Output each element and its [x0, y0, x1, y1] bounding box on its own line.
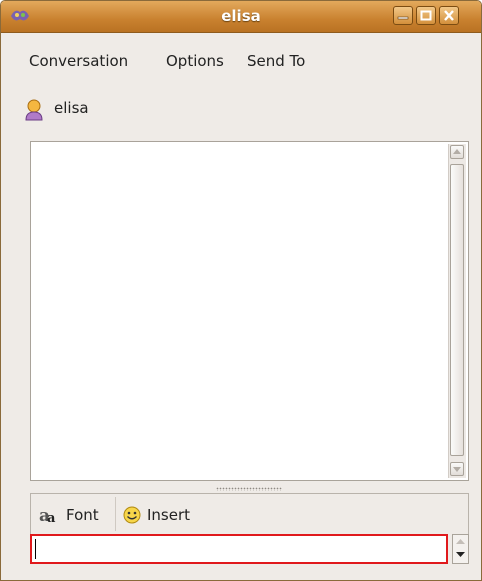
insert-button[interactable]: Insert	[122, 504, 190, 526]
conversation-window: elisa Conversation Options Send To elisa	[0, 0, 482, 581]
minimize-icon	[397, 16, 409, 20]
menu-conversation[interactable]: Conversation	[29, 52, 128, 70]
arrow-up-icon	[453, 149, 461, 154]
maximize-icon	[420, 10, 432, 21]
pane-resize-handle[interactable]	[216, 487, 282, 491]
insert-button-label: Insert	[147, 506, 191, 524]
font-button[interactable]: a a Font	[39, 504, 99, 526]
font-button-label: Font	[66, 506, 99, 524]
minimize-button[interactable]	[393, 6, 413, 25]
title-bar[interactable]: elisa	[1, 1, 481, 33]
close-icon	[444, 10, 454, 21]
input-scroll-arrows-icon	[456, 539, 465, 557]
svg-text:a: a	[47, 511, 56, 524]
arrow-down-icon	[453, 467, 461, 472]
formatting-toolbar: a a Font Insert	[30, 493, 469, 534]
scroll-up-button[interactable]	[450, 145, 464, 159]
menu-options[interactable]: Options	[166, 52, 224, 70]
input-scrollbar[interactable]	[452, 534, 469, 564]
smiley-icon	[123, 506, 141, 524]
maximize-button[interactable]	[416, 6, 436, 25]
scroll-thumb[interactable]	[450, 164, 464, 456]
conversation-history[interactable]	[30, 141, 469, 481]
font-icon: a a	[39, 506, 56, 524]
contact-name: elisa	[54, 99, 89, 117]
scroll-down-button[interactable]	[450, 462, 464, 476]
buddy-icon	[25, 99, 43, 121]
close-button[interactable]	[439, 6, 459, 25]
message-input[interactable]	[30, 534, 448, 564]
history-scrollbar[interactable]	[448, 144, 466, 478]
text-caret	[35, 539, 36, 559]
toolbar-separator	[115, 497, 116, 531]
menu-send-to[interactable]: Send To	[247, 52, 305, 70]
